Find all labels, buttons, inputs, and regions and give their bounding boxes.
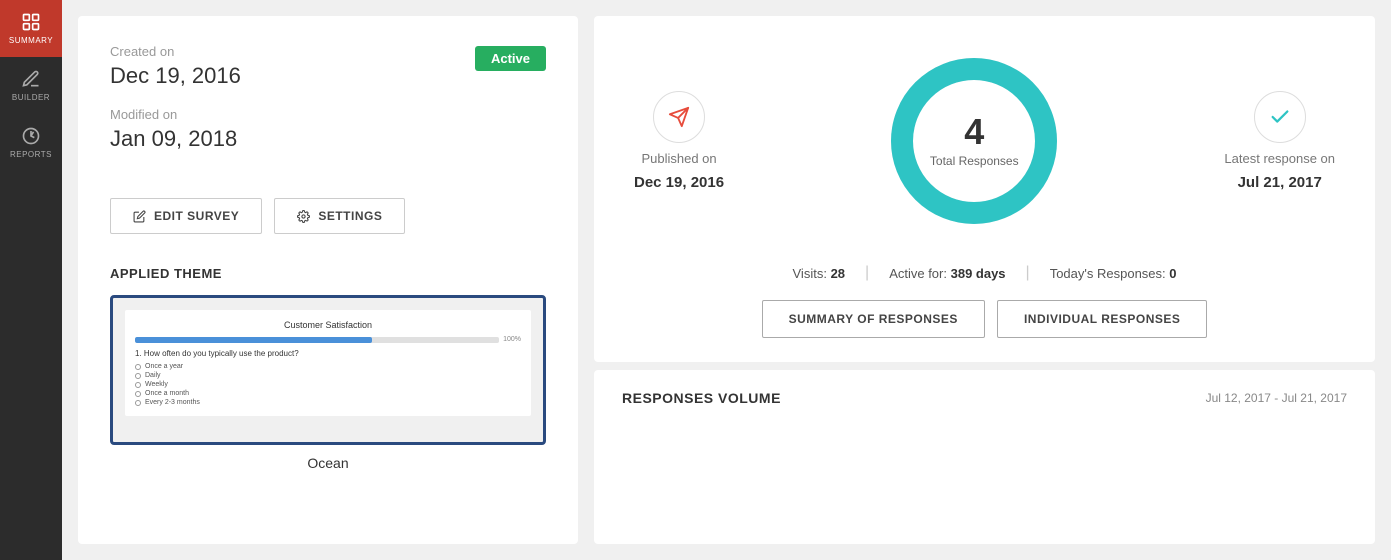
responses-volume-header: RESPONSES VOLUME Jul 12, 2017 - Jul 21, … xyxy=(622,390,1347,406)
created-date: Dec 19, 2016 xyxy=(110,63,475,89)
theme-preview-title: Customer Satisfaction xyxy=(135,320,521,330)
main-content: Created on Dec 19, 2016 Modified on Jan … xyxy=(62,0,1391,560)
builder-icon xyxy=(21,69,41,89)
modified-label: Modified on xyxy=(110,107,475,122)
checkmark-icon xyxy=(1269,106,1291,128)
summary-of-responses-button[interactable]: SUMMARY OF RESPONSES xyxy=(762,300,985,338)
settings-label: SETTINGS xyxy=(318,209,382,223)
responses-volume-panel: RESPONSES VOLUME Jul 12, 2017 - Jul 21, … xyxy=(594,370,1375,544)
response-buttons: SUMMARY OF RESPONSES INDIVIDUAL RESPONSE… xyxy=(634,300,1335,338)
theme-name: Ocean xyxy=(110,455,546,471)
dates-block: Created on Dec 19, 2016 Modified on Jan … xyxy=(110,44,475,170)
edit-survey-label: EDIT SURVEY xyxy=(154,209,239,223)
published-icon xyxy=(668,106,690,128)
individual-responses-button[interactable]: INDIVIDUAL RESPONSES xyxy=(997,300,1207,338)
donut-chart: 4 Total Responses xyxy=(879,46,1069,236)
settings-icon xyxy=(297,210,310,223)
sidebar-item-reports[interactable]: Reports xyxy=(0,114,62,171)
theme-option-3: Weekly xyxy=(135,381,521,388)
applied-theme-label: APPLIED THEME xyxy=(110,266,546,281)
settings-button[interactable]: SETTINGS xyxy=(274,198,405,234)
theme-preview-bar-label: 100% xyxy=(503,336,521,343)
edit-icon xyxy=(133,210,146,223)
stats-panel: Published on Dec 19, 2016 4 Total Respon… xyxy=(594,16,1375,362)
active-for-text: Active for: 389 days xyxy=(889,266,1005,281)
modified-date: Jan 09, 2018 xyxy=(110,126,475,152)
donut-wrapper: 4 Total Responses xyxy=(879,46,1069,236)
theme-option-1: Once a year xyxy=(135,363,521,370)
theme-preview: Customer Satisfaction 100% 1. How often … xyxy=(110,295,546,445)
theme-option-2: Daily xyxy=(135,372,521,379)
published-stat: Published on Dec 19, 2016 xyxy=(634,91,724,191)
published-label: Published on xyxy=(641,151,716,166)
sidebar-summary-label: Summary xyxy=(9,36,53,45)
today-responses-value: 0 xyxy=(1169,266,1176,281)
visits-value: 28 xyxy=(831,266,845,281)
visits-text: Visits: 28 xyxy=(793,266,846,281)
sidebar-item-builder[interactable]: Builder xyxy=(0,57,62,114)
sidebar-item-summary[interactable]: Summary xyxy=(0,0,62,57)
sidebar: Summary Builder Reports xyxy=(0,0,62,560)
donut-center: 4 Total Responses xyxy=(930,114,1019,168)
theme-option-4: Once a month xyxy=(135,390,521,397)
theme-preview-bar-bg xyxy=(135,337,499,343)
theme-preview-bar-row: 100% xyxy=(135,336,521,343)
theme-option-5: Every 2-3 months xyxy=(135,399,521,406)
total-responses-number: 4 xyxy=(930,114,1019,150)
sidebar-reports-label: Reports xyxy=(10,150,52,159)
theme-preview-inner: Customer Satisfaction 100% 1. How often … xyxy=(125,310,531,416)
edit-survey-button[interactable]: EDIT SURVEY xyxy=(110,198,262,234)
left-panel: Created on Dec 19, 2016 Modified on Jan … xyxy=(78,16,578,544)
published-date: Dec 19, 2016 xyxy=(634,174,724,191)
latest-response-label: Latest response on xyxy=(1224,151,1335,166)
latest-response-stat: Latest response on Jul 21, 2017 xyxy=(1224,91,1335,191)
action-buttons: EDIT SURVEY SETTINGS xyxy=(110,198,546,234)
summary-icon xyxy=(21,12,41,32)
header-row: Created on Dec 19, 2016 Modified on Jan … xyxy=(110,44,546,170)
responses-volume-date: Jul 12, 2017 - Jul 21, 2017 xyxy=(1206,391,1347,405)
theme-preview-options: Once a year Daily Weekly Once a month Ev… xyxy=(135,363,521,406)
total-responses-label: Total Responses xyxy=(930,154,1019,168)
status-badge: Active xyxy=(475,46,546,71)
sidebar-builder-label: Builder xyxy=(12,93,50,102)
today-responses-text: Today's Responses: 0 xyxy=(1050,266,1177,281)
reports-icon xyxy=(21,126,41,146)
latest-response-icon-circle xyxy=(1254,91,1306,143)
stats-bottom: Visits: 28 | Active for: 389 days | Toda… xyxy=(634,264,1335,282)
active-for-value: 389 days xyxy=(951,266,1006,281)
theme-preview-bar-fill xyxy=(135,337,372,343)
responses-volume-title: RESPONSES VOLUME xyxy=(622,390,781,406)
latest-response-date: Jul 21, 2017 xyxy=(1238,174,1322,191)
right-panel: Published on Dec 19, 2016 4 Total Respon… xyxy=(586,0,1391,560)
published-icon-circle xyxy=(653,91,705,143)
theme-preview-question: 1. How often do you typically use the pr… xyxy=(135,349,521,358)
stats-top: Published on Dec 19, 2016 4 Total Respon… xyxy=(634,46,1335,236)
created-label: Created on xyxy=(110,44,475,59)
